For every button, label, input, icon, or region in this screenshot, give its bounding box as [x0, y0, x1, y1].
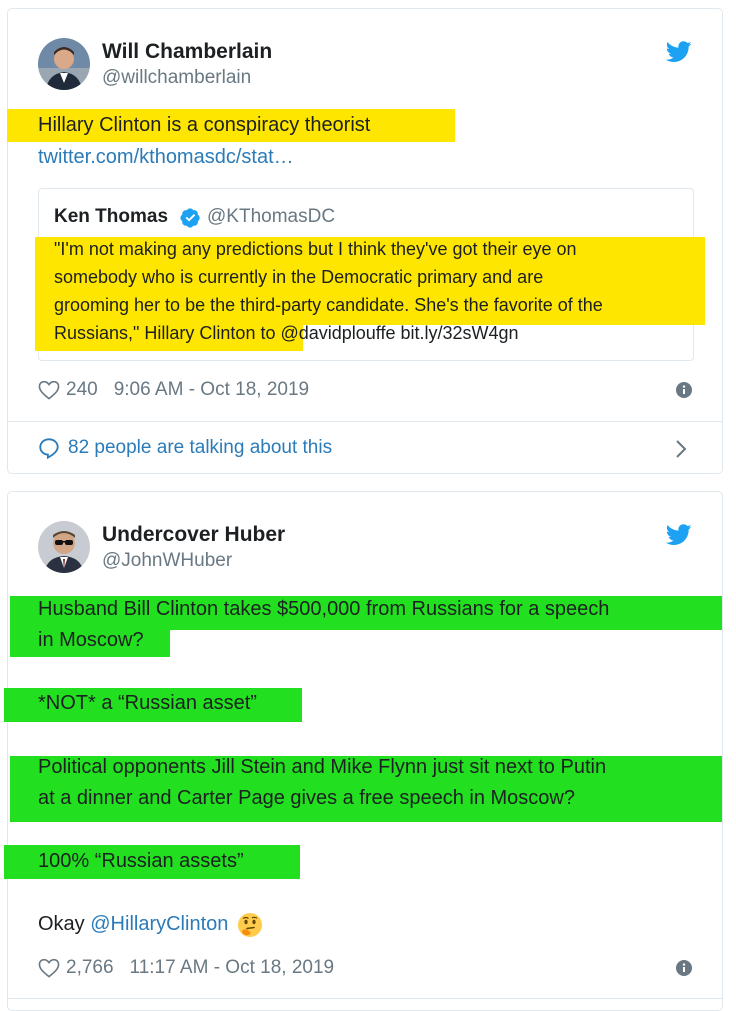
divider — [8, 421, 722, 422]
divider — [8, 998, 722, 999]
timestamp[interactable]: 9:06 AM - Oct 18, 2019 — [114, 379, 309, 401]
tweet-text-line: at a dinner and Carter Page gives a free… — [38, 787, 575, 809]
twitter-bird-icon[interactable] — [666, 524, 692, 546]
tweet-text: Okay — [38, 913, 91, 935]
conversation-text[interactable]: 82 people are talking about this — [68, 437, 332, 459]
quoted-text-line: somebody who is currently in the Democra… — [54, 267, 544, 287]
quoted-author-name[interactable]: Ken Thomas — [54, 206, 168, 228]
like-count[interactable]: 2,766 — [66, 957, 114, 979]
quoted-text-line: "I'm not making any predictions but I th… — [54, 239, 577, 259]
quoted-tweet[interactable]: Ken Thomas @KThomasDC "I'm not making an… — [35, 188, 705, 361]
conversation-link[interactable]: 82 people are talking about this — [38, 437, 332, 459]
heart-icon[interactable] — [38, 380, 60, 400]
author-handle[interactable]: @JohnWHuber — [102, 550, 232, 572]
short-link[interactable]: bit.ly/32sW4gn — [396, 323, 519, 343]
quoted-text: Russians," Hillary Clinton to — [54, 323, 281, 343]
timestamp[interactable]: 11:17 AM - Oct 18, 2019 — [130, 957, 335, 979]
quoted-author-handle[interactable]: @KThomasDC — [207, 206, 335, 228]
twitter-bird-icon[interactable] — [666, 41, 692, 63]
avatar[interactable] — [38, 38, 90, 90]
author-handle[interactable]: @willchamberlain — [102, 67, 251, 89]
tweet-text-line: *NOT* a “Russian asset” — [38, 692, 257, 714]
speech-bubble-icon — [39, 438, 59, 459]
heart-icon[interactable] — [38, 958, 60, 978]
author-name[interactable]: Undercover Huber — [102, 523, 285, 547]
verified-badge-icon — [180, 208, 200, 228]
quoted-text-line: grooming her to be the third-party candi… — [54, 295, 603, 315]
tweet-card-huber: Undercover Huber @JohnWHuber Husband Bil… — [4, 491, 723, 1011]
mention-link[interactable]: @davidplouffe — [280, 323, 395, 343]
mention-link[interactable]: @HillaryClinton — [90, 913, 228, 935]
tweet-text-line: 100% “Russian assets” — [38, 850, 244, 872]
tweet-text: Hillary Clinton is a conspiracy theorist — [38, 114, 371, 136]
tweet-meta: 2,766 11:17 AM - Oct 18, 2019 — [38, 957, 334, 979]
info-icon[interactable] — [676, 382, 692, 398]
quoted-text-line-last: Russians," Hillary Clinton to @davidplou… — [54, 319, 519, 347]
tweet-text-line: Political opponents Jill Stein and Mike … — [38, 756, 607, 778]
tweet-text-line-last: Okay @HillaryClinton — [38, 909, 264, 940]
chevron-right-icon[interactable] — [674, 439, 688, 459]
like-count[interactable]: 240 — [66, 379, 98, 401]
tweet-link[interactable]: twitter.com/kthomasdc/stat… — [38, 142, 294, 173]
tweet-text-line: Husband Bill Clinton takes $500,000 from… — [38, 598, 610, 620]
thinking-face-emoji — [238, 912, 263, 937]
tweet-card-chamberlain: Will Chamberlain @willchamberlain Hillar… — [7, 8, 723, 474]
tweet-text-line: in Moscow? — [38, 629, 144, 651]
author-name[interactable]: Will Chamberlain — [102, 40, 272, 64]
tweet-meta: 240 9:06 AM - Oct 18, 2019 — [38, 379, 309, 401]
info-icon[interactable] — [676, 960, 692, 976]
avatar[interactable] — [38, 521, 90, 573]
